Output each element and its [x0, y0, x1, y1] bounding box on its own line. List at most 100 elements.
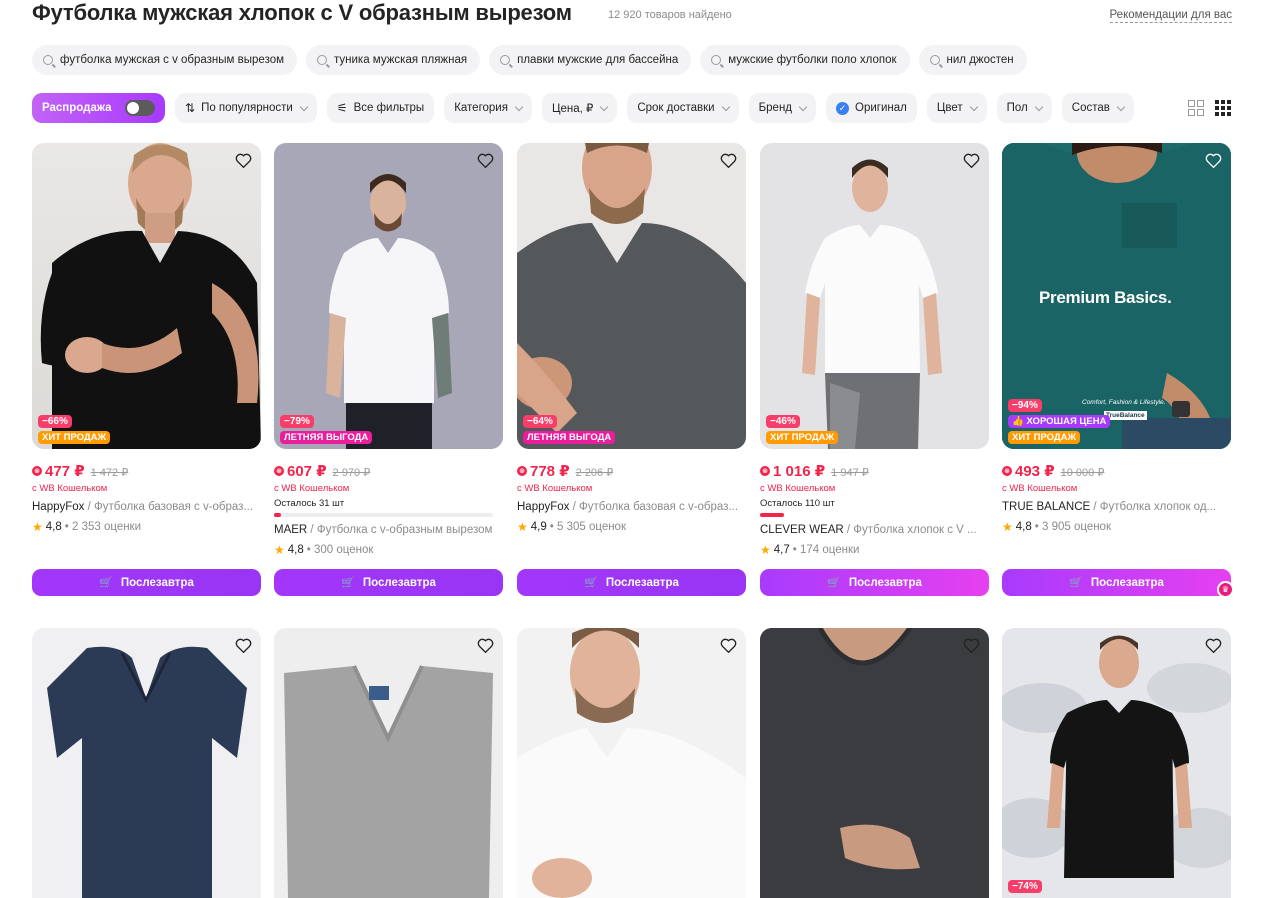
grid-large-view-icon[interactable]: [1188, 100, 1204, 116]
product-card[interactable]: −66% ХИТ ПРОДАЖ ⊗ 477 ₽ 1 472 ₽ с WB Кошел…: [32, 143, 261, 596]
wallet-label: с WB Кошельком: [760, 483, 836, 494]
price: 1 016 ₽: [773, 463, 826, 480]
product-card[interactable]: [274, 628, 503, 898]
product-photo: [517, 143, 746, 449]
sort-dropdown[interactable]: ⇅ По популярности: [175, 93, 317, 123]
results-count: 12 920 товаров найдено: [608, 9, 732, 21]
composition-filter[interactable]: Состав: [1061, 93, 1134, 123]
add-to-cart-button[interactable]: 🛒 Послезавтра: [32, 569, 261, 596]
toggle-switch[interactable]: [125, 100, 155, 116]
product-card[interactable]: [517, 628, 746, 898]
product-image[interactable]: [760, 628, 989, 898]
product-card[interactable]: −74%: [1002, 628, 1231, 898]
discount-badge: −64%: [523, 415, 557, 428]
grid-small-view-icon[interactable]: [1215, 100, 1231, 116]
product-image[interactable]: −79% ЛЕТНЯЯ ВЫГОДА: [274, 143, 503, 449]
suggestion-chip[interactable]: нил джостен: [918, 45, 1027, 75]
product-name[interactable]: TRUE BALANCE / Футболка хлопок од...: [1002, 501, 1231, 513]
add-to-cart-button[interactable]: 🛒 Послезавтра: [760, 569, 989, 596]
product-image[interactable]: −46% ХИТ ПРОДАЖ: [760, 143, 989, 449]
product-card[interactable]: Premium Basics. Comfort, Fashion & Lifes…: [1001, 143, 1234, 599]
summer-badge: ЛЕТНЯЯ ВЫГОДА: [523, 431, 616, 444]
wallet-label: с WB Кошельком: [32, 483, 108, 494]
product-image[interactable]: −74%: [1002, 628, 1231, 898]
product-photo: [1002, 635, 1231, 878]
product-image[interactable]: Premium Basics. Comfort, Fashion & Lifes…: [1002, 143, 1231, 449]
heart-icon[interactable]: [720, 638, 737, 653]
product-card[interactable]: [32, 628, 261, 898]
old-price: 2 970 ₽: [332, 467, 371, 479]
sale-toggle[interactable]: Распродажа: [32, 93, 165, 123]
product-photo: [326, 174, 452, 449]
brand-name: HappyFox: [32, 501, 85, 513]
search-icon: [43, 55, 53, 65]
add-to-cart-button[interactable]: 🛒 Послезавтра: [274, 569, 503, 596]
badges: −79% ЛЕТНЯЯ ВЫГОДА: [280, 415, 373, 444]
heart-icon[interactable]: [963, 153, 980, 168]
search-icon: [711, 55, 722, 65]
product-card[interactable]: [760, 628, 989, 898]
suggestion-chip[interactable]: туника мужская пляжная: [306, 45, 481, 75]
heart-icon[interactable]: [963, 638, 980, 653]
suggestion-chips: футболка мужская с v образным вырезом ту…: [32, 45, 1027, 75]
price-filter[interactable]: Цена, ₽: [541, 93, 618, 123]
product-card[interactable]: −46% ХИТ ПРОДАЖ ⊗ 1 016 ₽ 1 947 ₽ с WB Кош…: [759, 143, 990, 599]
price-row: ⊗ 477 ₽ 1 472 ₽: [32, 462, 261, 480]
price: 778 ₽: [530, 463, 570, 480]
color-filter[interactable]: Цвет: [926, 93, 987, 123]
heart-icon[interactable]: [235, 153, 252, 168]
brand-filter[interactable]: Бренд: [748, 93, 817, 123]
old-price: 10 000 ₽: [1060, 467, 1105, 479]
cart-icon: 🛒: [99, 577, 113, 589]
search-icon: [929, 55, 940, 65]
wallet-icon: ⊗: [32, 466, 42, 476]
price: 607 ₽: [287, 463, 327, 480]
old-price: 1 947 ₽: [831, 467, 869, 479]
suggestion-chip[interactable]: мужские футболки поло хлопок: [700, 45, 910, 75]
heart-icon[interactable]: [1205, 638, 1222, 653]
product-photo: [47, 646, 247, 898]
image-headline: Premium Basics.: [1039, 288, 1172, 307]
delivery-filter[interactable]: Срок доставки: [627, 93, 739, 123]
product-name[interactable]: MAER / Футболка с v-образным вырезом: [274, 524, 503, 536]
sort-icon: ⇅: [185, 101, 196, 115]
rating: ★ 4,8 • 2 353 оценки: [32, 520, 142, 534]
product-photo: [517, 628, 746, 898]
chevron-down-icon: [514, 102, 524, 111]
add-to-cart-button[interactable]: 🛒 Послезавтра: [1002, 569, 1231, 596]
product-name[interactable]: HappyFox / Футболка базовая с v-образ...: [517, 501, 746, 513]
heart-icon[interactable]: [477, 638, 494, 653]
stock-left: Осталось 110 шт: [760, 498, 835, 509]
stock-bar-fill: [760, 513, 785, 517]
product-card[interactable]: −64% ЛЕТНЯЯ ВЫГОДА ⊗ 778 ₽ 2 206 ₽ с WB Ко…: [517, 143, 746, 596]
product-image[interactable]: −64% ЛЕТНЯЯ ВЫГОДА: [517, 143, 746, 449]
product-card[interactable]: −79% ЛЕТНЯЯ ВЫГОДА ⊗ 607 ₽ 2 970 ₽ с WB Ко…: [274, 143, 503, 596]
product-image[interactable]: [517, 628, 746, 898]
price-row: ⊗ 1 016 ₽ 1 947 ₽: [760, 462, 989, 480]
product-image[interactable]: [274, 628, 503, 898]
wallet-icon: ⊗: [274, 466, 284, 476]
suggestion-chip[interactable]: футболка мужская с v образным вырезом: [32, 45, 298, 75]
heart-icon[interactable]: [477, 153, 494, 168]
product-name[interactable]: CLEVER WEAR / Футболка хлопок с V ...: [760, 524, 989, 536]
rating: ★ 4,8 • 3 905 оценок: [1002, 520, 1111, 534]
heart-icon[interactable]: [1205, 153, 1222, 168]
recommendations-link[interactable]: Рекомендации для вас: [1109, 9, 1232, 23]
add-to-cart-button[interactable]: 🛒 Послезавтра: [517, 569, 746, 596]
check-icon: ✓: [836, 101, 850, 115]
stock-left: Осталось 31 шт: [274, 498, 345, 509]
suggestion-chip[interactable]: плавки мужские для бассейна: [489, 45, 692, 75]
product-name[interactable]: HappyFox / Футболка базовая с v-образ...: [32, 501, 261, 513]
gender-filter[interactable]: Пол: [996, 93, 1052, 123]
cart-icon: 🛒: [1069, 577, 1083, 589]
badges: −64% ЛЕТНЯЯ ВЫГОДА: [523, 415, 616, 444]
category-filter[interactable]: Категория: [444, 93, 532, 123]
heart-icon[interactable]: [235, 638, 252, 653]
product-image[interactable]: [32, 628, 261, 898]
all-filters-button[interactable]: ⚟ Все фильтры: [326, 93, 435, 123]
cart-icon: 🛒: [827, 577, 841, 589]
original-filter[interactable]: ✓ Оригинал: [826, 93, 917, 123]
product-image[interactable]: −66% ХИТ ПРОДАЖ: [32, 143, 261, 449]
old-price: 1 472 ₽: [90, 467, 129, 479]
heart-icon[interactable]: [720, 153, 737, 168]
